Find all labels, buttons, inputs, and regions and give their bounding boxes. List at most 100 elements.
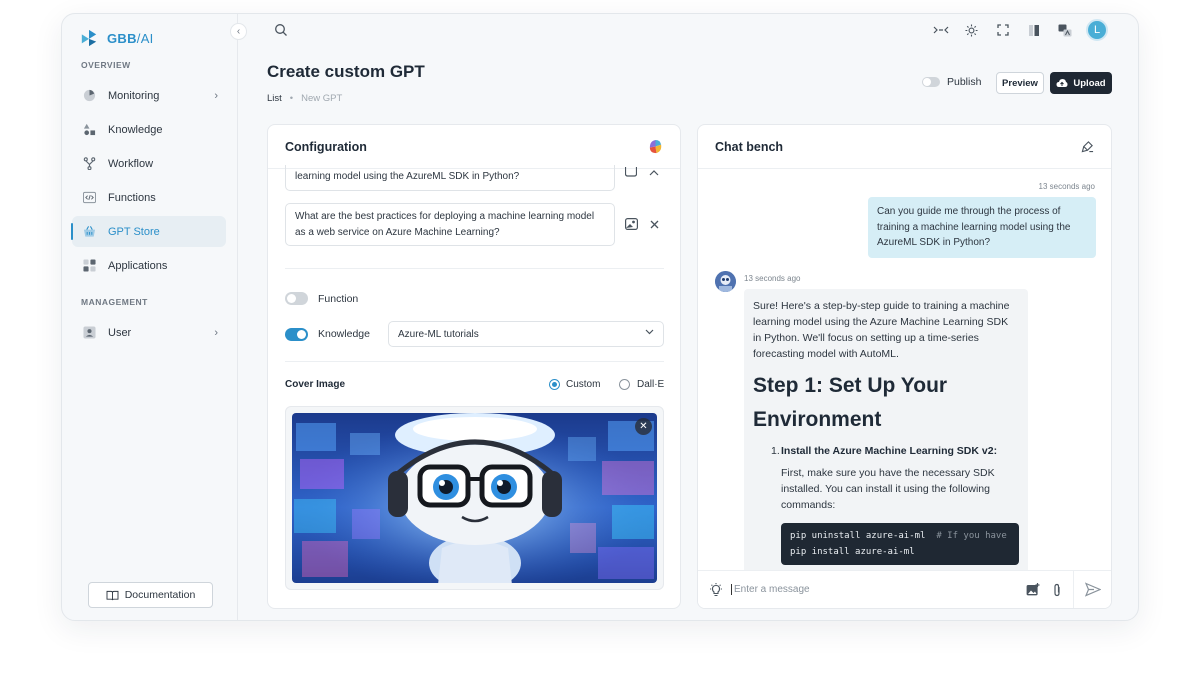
starter-prompt-1[interactable]: learning model using the AzureML SDK in … (285, 165, 615, 191)
sun-icon[interactable] (956, 19, 987, 41)
sidebar-item-label: Monitoring (108, 89, 160, 102)
knowledge-toggle[interactable] (285, 328, 308, 341)
sidebar-item-workflow[interactable]: Workflow (72, 148, 226, 179)
knowledge-label: Knowledge (318, 328, 370, 340)
brand-suffix: /AI (136, 30, 154, 46)
book-icon (106, 590, 119, 601)
section-label-overview: OVERVIEW (81, 60, 131, 70)
configuration-panel: Configuration learning model using the A… (267, 124, 681, 609)
chevron-right-icon: › (214, 326, 218, 339)
bot-avatar (715, 271, 736, 292)
basket-icon (82, 225, 96, 239)
user-icon (82, 326, 96, 340)
cover-image-frame: ✕ (285, 406, 664, 590)
compress-icon[interactable] (925, 19, 956, 41)
brand-logo-icon (81, 29, 97, 47)
cover-image: ✕ (292, 413, 657, 583)
attachment-icon[interactable] (1052, 583, 1062, 597)
cloud-upload-icon (1056, 78, 1068, 88)
function-toggle[interactable] (285, 292, 308, 305)
starter-prompt-text: learning model using the AzureML SDK in … (295, 171, 520, 182)
app-window: GBB /AI OVERVIEW Monitoring › Knowledge … (61, 13, 1139, 621)
bot-heading: Step 1: Set Up Your Environment (753, 374, 948, 431)
code-icon (82, 191, 96, 205)
bot-step-title: Install the Azure Machine Learning SDK v… (781, 445, 998, 457)
translate-icon[interactable] (1049, 19, 1080, 41)
publish-switch[interactable] (922, 77, 940, 87)
sidebar-item-knowledge[interactable]: Knowledge (72, 114, 226, 145)
sidebar-item-label: Knowledge (108, 123, 163, 136)
brand-name: GBB (107, 30, 137, 46)
cover-custom-radio[interactable] (549, 379, 560, 390)
code-block[interactable]: pip uninstall azure-ai-ml # If you have … (781, 523, 1019, 565)
fullscreen-icon[interactable] (987, 19, 1018, 41)
workflow-icon (82, 157, 96, 171)
lightbulb-icon[interactable] (709, 583, 723, 597)
bot-list-item: 1. Install the Azure Machine Learning SD… (771, 443, 1019, 459)
chevron-left-icon: ‹ (236, 26, 241, 37)
breadcrumb-current: New GPT (301, 93, 343, 104)
knowledge-select[interactable]: Azure-ML tutorials (388, 321, 664, 347)
chevron-down-icon (645, 327, 654, 338)
chat-input-bar: Enter a message (698, 570, 1111, 608)
publish-toggle[interactable]: Publish (922, 76, 981, 88)
sidebar-item-label: User (108, 326, 132, 339)
breadcrumb-list-link[interactable]: List (267, 93, 282, 104)
search-icon[interactable] (274, 23, 288, 37)
page-title: Create custom GPT (267, 62, 425, 81)
shapes-icon (82, 123, 96, 137)
close-icon: ✕ (639, 421, 648, 432)
code-line: pip install azure-ai-ml (790, 547, 915, 557)
bot-message: Sure! Here's a step-by-step guide to tra… (744, 289, 1028, 589)
cover-dalle-radio[interactable] (619, 379, 630, 390)
chat-bench-title: Chat bench (715, 139, 784, 154)
documentation-label: Documentation (124, 589, 196, 601)
chevron-right-icon: › (214, 89, 218, 102)
divider (1073, 571, 1074, 608)
preview-button[interactable]: Preview (996, 72, 1044, 94)
sidebar-item-gpt-store[interactable]: GPT Store (71, 216, 226, 247)
apps-icon (82, 259, 96, 273)
sidebar-item-functions[interactable]: Functions (72, 182, 226, 213)
documentation-button[interactable]: Documentation (88, 582, 213, 608)
sidebar-item-monitoring[interactable]: Monitoring › (72, 80, 226, 111)
clear-chat-icon[interactable] (1081, 140, 1094, 153)
code-line: pip uninstall azure-ai-ml (790, 531, 926, 541)
breadcrumb-separator: • (289, 93, 294, 104)
copilot-logo-icon (649, 139, 662, 154)
chevron-up-icon[interactable] (647, 165, 661, 179)
cover-illustration (292, 413, 657, 583)
cover-dalle-label: Dall·E (637, 379, 665, 390)
bot-intro-text: Sure! Here's a step-by-step guide to tra… (753, 300, 1010, 360)
upload-button[interactable]: Upload (1050, 72, 1112, 94)
sidebar-item-label: GPT Store (108, 225, 160, 238)
user-message-timestamp: 13 seconds ago (1038, 182, 1096, 191)
starter-prompt-text: What are the best practices for deployin… (295, 211, 595, 238)
configuration-header: Configuration (268, 125, 680, 169)
remove-cover-button[interactable]: ✕ (635, 418, 652, 435)
sidebar-item-user[interactable]: User › (72, 317, 226, 348)
divider (285, 361, 664, 362)
publish-label: Publish (947, 76, 982, 88)
send-icon[interactable] (1085, 582, 1101, 597)
close-icon[interactable] (647, 217, 661, 231)
sidebar-item-applications[interactable]: Applications (72, 250, 226, 281)
cover-image-label: Cover Image (285, 379, 346, 390)
collapse-sidebar-button[interactable]: ‹ (230, 23, 247, 40)
starter-prompt-2[interactable]: What are the best practices for deployin… (285, 203, 615, 246)
message-input[interactable]: Enter a message (731, 584, 810, 595)
divider (285, 268, 664, 269)
cover-custom-label: Custom (566, 379, 601, 390)
topbar-actions: L (925, 19, 1108, 41)
layout-icon[interactable] (1018, 19, 1049, 41)
sidebar-item-label: Workflow (108, 157, 154, 170)
image-edit-icon[interactable] (624, 165, 638, 179)
function-label: Function (318, 293, 359, 305)
sidebar-item-label: Functions (108, 191, 156, 204)
image-add-icon[interactable] (1026, 583, 1040, 596)
brand[interactable]: GBB /AI (80, 22, 154, 54)
breadcrumb: List • New GPT (267, 93, 342, 104)
image-edit-icon[interactable] (624, 217, 638, 231)
avatar[interactable]: L (1086, 19, 1108, 41)
bot-message-timestamp: 13 seconds ago (744, 274, 801, 283)
